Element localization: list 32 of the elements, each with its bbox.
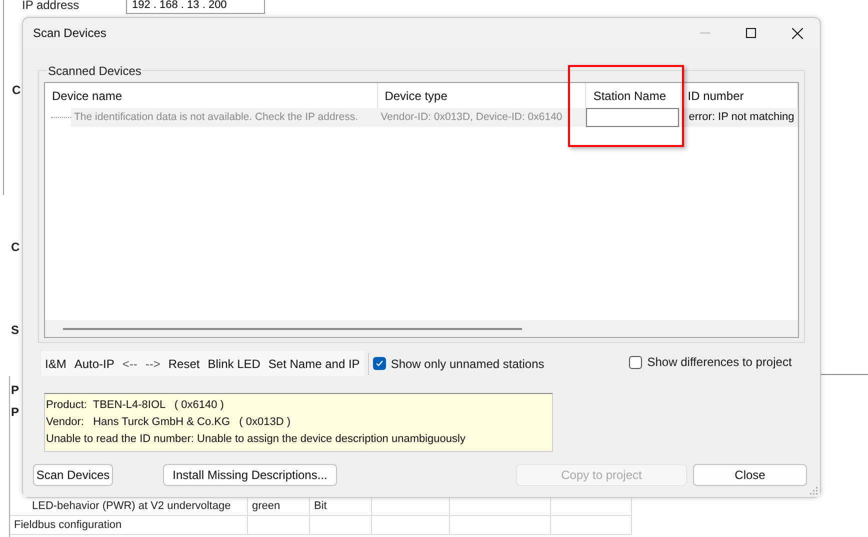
resize-grip-icon[interactable] bbox=[809, 486, 818, 495]
table-cell: Fieldbus configuration bbox=[10, 516, 248, 535]
checkbox[interactable]: Show only unnamed stations bbox=[372, 354, 544, 372]
toolbar-button[interactable]: Blink LED bbox=[204, 351, 264, 376]
maximize-icon bbox=[746, 28, 756, 38]
table-cell: Vendor-ID: 0x013D, Device-ID: 0x6140 bbox=[378, 108, 586, 127]
label: C bbox=[11, 239, 20, 256]
table-cell: The identification data is not available. Check the IP address. bbox=[71, 108, 378, 127]
info-text: Unable to read the ID number: Unable to assign the device description unambiguously bbox=[46, 432, 466, 447]
checkbox-box bbox=[629, 356, 642, 368]
label: C bbox=[12, 82, 21, 99]
label: P bbox=[11, 404, 20, 421]
toolbar-button[interactable]: --> bbox=[141, 351, 164, 376]
info-text: Vendor: Hans Turck GmbH & Co.KG ( 0x013D ) bbox=[46, 415, 292, 430]
dialog-button[interactable]: Close bbox=[693, 464, 807, 486]
scrollbar-thumb[interactable] bbox=[63, 328, 522, 330]
horizontal-scrollbar[interactable] bbox=[45, 320, 798, 337]
toolbar-button[interactable]: Reset bbox=[164, 351, 204, 376]
toolbar-button[interactable]: Set Name and IP bbox=[264, 351, 364, 376]
info-text: Product: TBEN-L4-8IOL ( 0x6140 ) bbox=[46, 398, 225, 413]
toolbar-button[interactable]: Auto-IP bbox=[70, 351, 118, 376]
label: S bbox=[11, 322, 20, 339]
checkbox[interactable]: Show differences to project bbox=[629, 353, 792, 371]
dialog-button[interactable]: Scan Devices bbox=[33, 464, 113, 486]
dialog-button[interactable]: Install Missing Descriptions... bbox=[163, 464, 337, 486]
label: P bbox=[11, 382, 20, 399]
field-label: IP address bbox=[22, 0, 80, 14]
toolbar-button[interactable]: <-- bbox=[118, 351, 142, 376]
close-icon bbox=[792, 28, 802, 38]
toolbar-button[interactable]: I&M bbox=[41, 351, 70, 376]
window-title: Scan Devices bbox=[33, 25, 106, 42]
ip-address-field[interactable]: 192 . 168 . 13 . 200 bbox=[126, 0, 265, 14]
